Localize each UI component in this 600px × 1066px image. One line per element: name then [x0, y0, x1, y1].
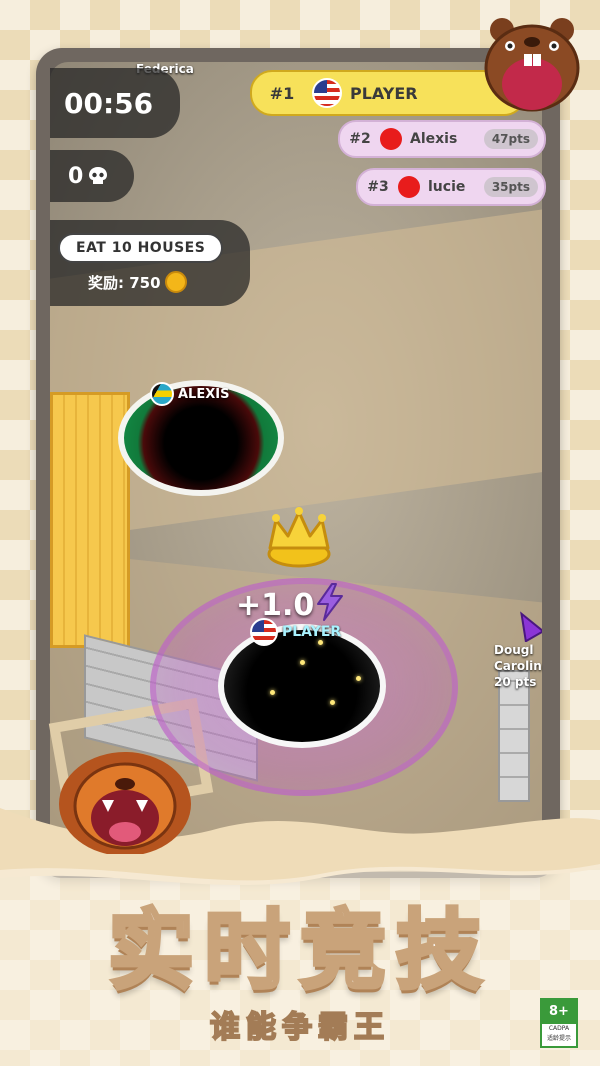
- player-name: PLAYER: [282, 624, 342, 640]
- banner-title: 实时竞技: [106, 899, 492, 1003]
- quest-panel: EAT 10 HOUSES 奖励: 750: [50, 220, 250, 306]
- offscreen-name: Dougl: [494, 643, 534, 657]
- age-rating: 8+: [542, 1000, 576, 1024]
- offscreen-points: 20 pts: [494, 675, 537, 689]
- leaderboard-points: 35pts: [483, 177, 538, 197]
- leaderboard-rank: #3: [367, 179, 389, 195]
- age-rating-note: 适龄提示: [546, 1035, 571, 1042]
- skull-icon: [89, 167, 108, 184]
- quest-reward-text: 奖励: 750: [88, 273, 161, 292]
- coin-icon: [164, 271, 187, 293]
- timer: 00:56: [50, 68, 180, 138]
- us-flag-icon: [312, 78, 342, 108]
- sparkle-particle: [300, 660, 305, 665]
- offscreen-arrow-icon: [520, 611, 542, 642]
- quest-label: EAT 10 HOUSES: [58, 233, 224, 263]
- lightning-bolt-icon: [317, 583, 343, 621]
- leaderboard-name: Alexis: [410, 131, 458, 147]
- beaver-mascot-icon: [484, 18, 580, 112]
- sparkle-particle: [270, 690, 275, 695]
- leaderboard-row-3: #3 lucie 35pts: [356, 168, 546, 206]
- leaderboard-name: PLAYER: [350, 83, 418, 103]
- leaderboard-row-2: #2 Alexis 47pts: [338, 120, 546, 158]
- offscreen-player: Dougl Carolin 20 pts: [494, 642, 542, 690]
- red-dot-icon: [398, 176, 420, 198]
- leaderboard-points: 47pts: [483, 129, 538, 149]
- leaderboard-rank: #2: [349, 131, 371, 147]
- leaderboard-rank: #1: [269, 83, 295, 103]
- lion-mascot-icon: [59, 752, 191, 854]
- crown-icon: [267, 507, 331, 568]
- banner-subtitle: 谁能争霸王: [209, 1009, 390, 1046]
- us-flag-icon: [250, 618, 278, 646]
- sparkle-particle: [356, 676, 361, 681]
- bahamas-flag-icon: [150, 382, 174, 406]
- opponent-label: ALEXIS: [150, 382, 229, 406]
- leaderboard-name: lucie: [428, 179, 466, 195]
- age-rating-org: CADPA: [548, 1025, 570, 1032]
- age-rating-badge: 8+ CADPA 适龄提示: [540, 998, 578, 1048]
- quest-reward: 奖励: 750: [88, 271, 187, 293]
- kill-count: 0: [68, 163, 84, 189]
- player-label: PLAYER: [250, 618, 341, 646]
- sparkle-particle: [330, 700, 335, 705]
- kill-counter: 0: [50, 150, 134, 202]
- red-dot-icon: [380, 128, 402, 150]
- offscreen-name: Carolin: [494, 659, 542, 673]
- opponent-name: ALEXIS: [178, 386, 230, 402]
